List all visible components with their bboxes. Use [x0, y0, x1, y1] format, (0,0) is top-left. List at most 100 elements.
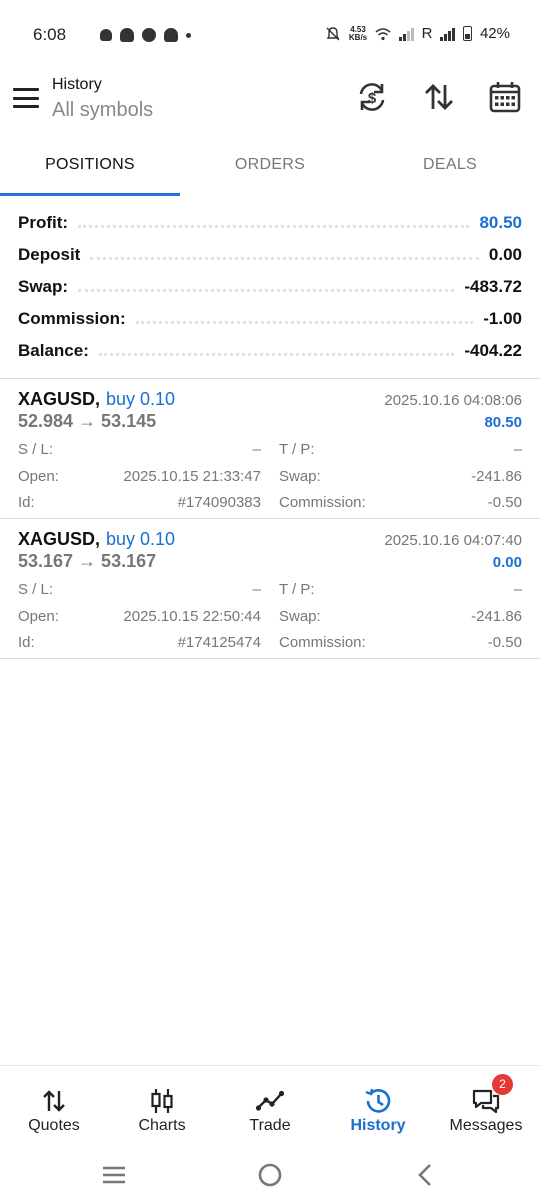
open-label: Open: — [18, 468, 59, 485]
commission-value: -0.50 — [487, 634, 522, 651]
summary-commission-row: Commission: -1.00 — [0, 303, 540, 335]
page-title: History — [52, 76, 102, 93]
tab-positions[interactable]: POSITIONS — [0, 142, 180, 196]
nav-messages[interactable]: 2 Messages — [432, 1066, 540, 1150]
sl-label: S / L: — [18, 581, 54, 598]
trend-line-icon — [255, 1090, 285, 1111]
summary-profit-value: 80.50 — [479, 213, 522, 232]
app-notification-icon — [120, 28, 134, 42]
nav-label: Charts — [138, 1117, 186, 1134]
back-icon[interactable] — [411, 1160, 441, 1190]
dotted-leader — [135, 320, 474, 324]
notification-icons — [100, 28, 191, 42]
svg-text:$: $ — [368, 90, 377, 107]
commission-label: Commission: — [279, 634, 366, 651]
position-profit: 0.00 — [492, 554, 522, 571]
unread-badge: 2 — [492, 1074, 513, 1095]
tp-value: – — [513, 441, 522, 458]
commission-value: -0.50 — [487, 494, 522, 511]
swap-label: Swap: — [279, 468, 321, 485]
sl-value: – — [252, 441, 261, 458]
dotted-leader — [98, 352, 455, 356]
position-profit: 80.50 — [484, 414, 522, 431]
swap-value: -241.86 — [471, 608, 522, 625]
summary-commission-value: -1.00 — [483, 309, 522, 328]
summary-swap-row: Swap: -483.72 — [0, 271, 540, 303]
swap-label: Swap: — [279, 608, 321, 625]
position-prices: 53.167 → 53.167 — [18, 551, 157, 571]
open-label: Open: — [18, 608, 59, 625]
open-value: 2025.10.15 22:50:44 — [123, 608, 261, 625]
nav-label: Messages — [449, 1117, 523, 1134]
summary-label: Balance: — [18, 341, 89, 360]
summary-swap-value: -483.72 — [464, 277, 522, 296]
battery-percent: 42% — [479, 25, 510, 42]
commission-label: Commission: — [279, 494, 366, 511]
position-item[interactable]: XAGUSD, buy 0.10 53.167 → 53.167 2025.10… — [0, 519, 540, 659]
position-sl-tp-row: S / L: – T / P: – — [18, 581, 522, 601]
sl-label: S / L: — [18, 441, 54, 458]
signal-icon — [440, 27, 455, 41]
wifi-icon — [375, 27, 391, 40]
dotted-leader — [78, 224, 470, 228]
sort-icon[interactable] — [422, 80, 456, 114]
bottom-navigation: Quotes Charts Trade History 2 Messages — [0, 1065, 540, 1150]
sl-value: – — [252, 581, 261, 598]
position-open-swap-row: Open: 2025.10.15 21:33:47 Swap: -241.86 — [18, 468, 522, 488]
position-symbol: XAGUSD, — [18, 389, 101, 409]
position-sl-tp-row: S / L: – T / P: – — [18, 441, 522, 461]
currency-refresh-icon[interactable]: $ — [355, 80, 389, 114]
swap-value: -241.86 — [471, 468, 522, 485]
network-speed-unit: KB/s — [348, 32, 368, 42]
nav-label: History — [350, 1117, 406, 1134]
recent-apps-icon[interactable] — [99, 1160, 129, 1190]
summary-panel: Profit: 80.50 Deposit 0.00 Swap: -483.72… — [0, 207, 540, 367]
home-icon[interactable] — [255, 1160, 285, 1190]
tp-label: T / P: — [279, 581, 315, 598]
position-close-time: 2025.10.16 04:07:40 — [384, 532, 522, 549]
tp-label: T / P: — [279, 441, 315, 458]
position-id-commission-row: Id: #174125474 Commission: -0.50 — [18, 634, 522, 654]
status-right: 4.53 KB/s R 42% — [325, 25, 510, 42]
summary-label: Profit: — [18, 213, 69, 232]
signal-icon — [399, 27, 414, 41]
position-direction: buy 0.10 — [106, 529, 176, 549]
battery-icon — [462, 26, 472, 41]
person-icon — [100, 29, 112, 41]
app-header: History All symbols $ — [0, 72, 540, 132]
summary-profit-row: Profit: 80.50 — [0, 207, 540, 239]
position-item[interactable]: XAGUSD, buy 0.10 52.984 → 53.145 2025.10… — [0, 379, 540, 519]
position-open-swap-row: Open: 2025.10.15 22:50:44 Swap: -241.86 — [18, 608, 522, 628]
summary-deposit-row: Deposit 0.00 — [0, 239, 540, 271]
nav-label: Trade — [249, 1117, 291, 1134]
tab-orders[interactable]: ORDERS — [180, 142, 360, 196]
dotted-leader — [90, 256, 479, 260]
nav-quotes[interactable]: Quotes — [0, 1066, 108, 1150]
menu-icon[interactable] — [13, 88, 39, 108]
summary-balance-row: Balance: -404.22 — [0, 335, 540, 367]
position-close-time: 2025.10.16 04:08:06 — [384, 392, 522, 409]
roaming-indicator: R — [421, 25, 433, 42]
nav-trade[interactable]: Trade — [216, 1066, 324, 1150]
app-notification-icon — [164, 28, 178, 42]
candlestick-icon — [151, 1089, 173, 1113]
symbol-filter[interactable]: All symbols — [52, 99, 153, 122]
more-notifications-dot-icon — [186, 32, 191, 38]
summary-label: Swap: — [18, 277, 69, 296]
status-bar: 6:08 4.53 KB/s R 42% — [0, 0, 540, 72]
summary-deposit-value: 0.00 — [488, 245, 522, 264]
nav-charts[interactable]: Charts — [108, 1066, 216, 1150]
nav-history[interactable]: History — [324, 1066, 432, 1150]
history-tabs: POSITIONS ORDERS DEALS — [0, 142, 540, 196]
tab-deals[interactable]: DEALS — [360, 142, 540, 196]
divider — [0, 658, 540, 659]
summary-label: Commission: — [18, 309, 126, 328]
calendar-icon[interactable] — [488, 80, 522, 114]
nav-label: Quotes — [28, 1117, 80, 1134]
summary-label: Deposit — [18, 245, 81, 264]
id-label: Id: — [18, 494, 35, 511]
mute-bell-icon — [326, 26, 340, 40]
status-time: 6:08 — [33, 25, 67, 44]
quotes-arrows-icon — [43, 1090, 65, 1112]
id-value: #174125474 — [177, 634, 261, 651]
